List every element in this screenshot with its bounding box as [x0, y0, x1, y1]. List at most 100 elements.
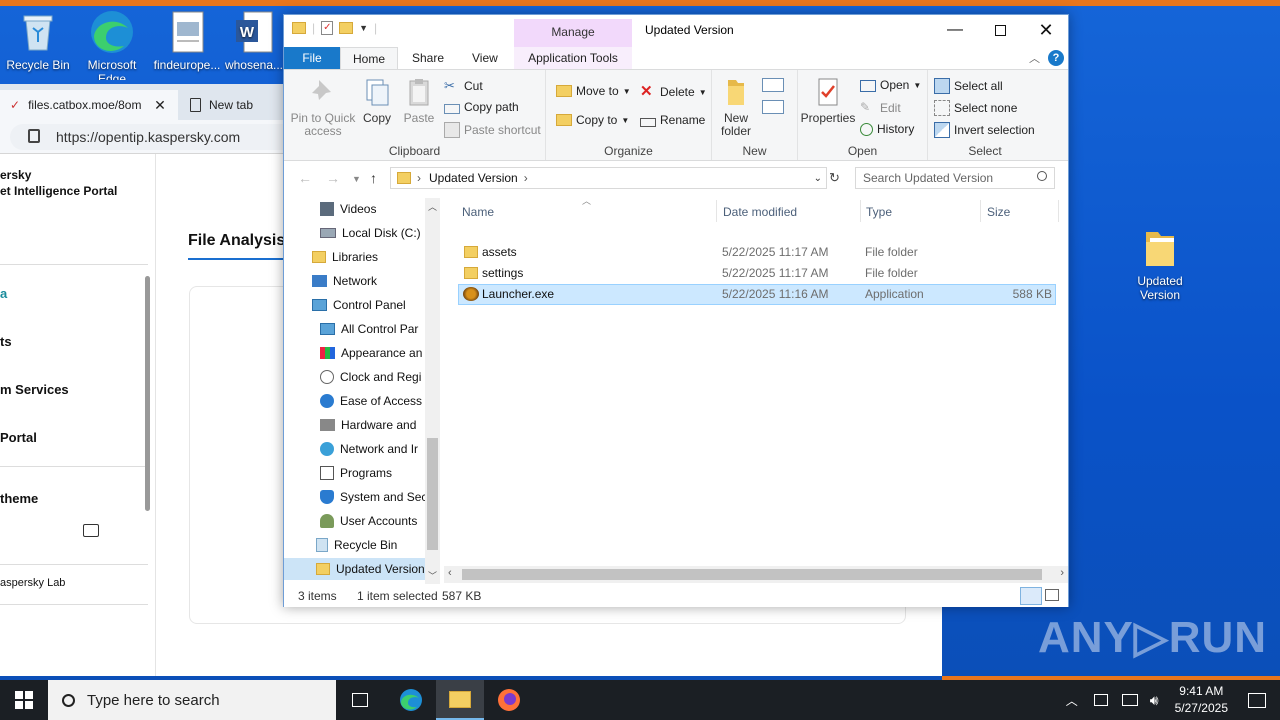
nav-item-system-security[interactable]: System and Sec — [320, 486, 427, 508]
select-none-button[interactable]: Select none — [934, 100, 1017, 116]
nav-item-control-panel[interactable]: Control Panel — [312, 294, 406, 316]
scrollbar-thumb[interactable] — [427, 438, 438, 550]
copy-button[interactable]: Copy — [360, 76, 394, 125]
scroll-up-icon[interactable]: ︿ — [428, 200, 437, 213]
site-nav-item[interactable]: m Services — [0, 382, 69, 397]
scroll-down-icon[interactable]: ﹀ — [428, 569, 437, 582]
forward-arrow-icon[interactable]: → — [326, 170, 340, 186]
nav-item-videos[interactable]: Videos — [320, 198, 376, 220]
file-row[interactable]: assets 5/22/2025 11:17 AM File folder — [458, 242, 1056, 263]
task-view-button[interactable] — [336, 680, 384, 720]
scroll-left-icon[interactable]: ‹ — [448, 567, 452, 579]
column-separator[interactable] — [860, 200, 861, 222]
nav-item-recycle-bin[interactable]: Recycle Bin — [316, 534, 397, 556]
delete-button[interactable]: ✕ Delete ▼ — [640, 84, 707, 100]
properties-button[interactable]: Properties — [800, 76, 856, 125]
nav-item-all-control-panel[interactable]: All Control Par — [320, 318, 418, 340]
taskbar-firefox[interactable] — [485, 680, 533, 720]
sidebar-scrollbar[interactable] — [145, 276, 150, 511]
navigation-scrollbar[interactable]: ︿ ﹀ — [425, 198, 440, 584]
column-separator[interactable] — [980, 200, 981, 222]
taskbar-search[interactable]: Type here to search — [48, 680, 336, 720]
nav-item-updated-version[interactable]: Updated Version — [284, 558, 425, 580]
minimize-button[interactable]: — — [932, 15, 978, 45]
chat-icon[interactable] — [83, 524, 99, 537]
desktop-icon-word[interactable]: W whosena... — [222, 8, 286, 72]
paste-shortcut-button[interactable]: Paste shortcut — [444, 122, 541, 138]
column-header-size[interactable]: Size — [987, 205, 1010, 219]
breadcrumb-chevron-icon[interactable]: › — [524, 171, 528, 185]
collapse-ribbon-icon[interactable]: ︿ — [1029, 50, 1040, 66]
select-all-button[interactable]: Select all — [934, 78, 1003, 94]
back-arrow-icon[interactable]: ← — [298, 170, 312, 186]
nav-item-appearance[interactable]: Appearance an — [320, 342, 422, 364]
maximize-button[interactable] — [977, 15, 1023, 45]
column-header-name[interactable]: Name — [462, 205, 494, 219]
search-input[interactable]: Search Updated Version — [855, 167, 1055, 189]
monitor-tray-icon[interactable] — [1121, 694, 1138, 706]
properties-icon[interactable]: ✓ — [321, 21, 334, 35]
copy-to-button[interactable]: Copy to ▼ — [556, 113, 629, 127]
history-button[interactable]: History — [860, 122, 914, 136]
edit-button[interactable]: ✎ Edit — [860, 100, 901, 116]
invert-selection-button[interactable]: Invert selection — [934, 122, 1035, 138]
copy-path-button[interactable]: Copy path — [444, 100, 519, 114]
file-row[interactable]: settings 5/22/2025 11:17 AM File folder — [458, 263, 1056, 284]
column-separator[interactable] — [1058, 200, 1059, 222]
site-nav-item[interactable]: theme — [0, 491, 38, 506]
nav-item-hardware[interactable]: Hardware and — [320, 414, 416, 436]
notifications-icon[interactable] — [1248, 692, 1266, 708]
nav-item-network[interactable]: Network — [312, 270, 377, 292]
scrollbar-thumb[interactable] — [462, 569, 1042, 580]
breadcrumb-chevron-icon[interactable]: › — [417, 171, 421, 185]
start-button[interactable] — [0, 680, 48, 720]
new-folder-icon[interactable] — [339, 22, 354, 34]
cut-button[interactable]: ✂ Cut — [444, 78, 483, 94]
chevron-up-icon[interactable]: ︿ — [1066, 692, 1078, 709]
nav-item-libraries[interactable]: Libraries — [312, 246, 378, 268]
tab-share[interactable]: Share — [402, 47, 454, 69]
address-bar[interactable]: › Updated Version › ⌄ — [390, 167, 827, 189]
site-nav-item[interactable]: ts — [0, 334, 12, 349]
address-dropdown-icon[interactable]: ⌄ — [814, 173, 822, 184]
column-header-type[interactable]: Type — [866, 205, 892, 219]
chevron-down-icon[interactable]: ▼ — [359, 23, 368, 33]
browser-tab-catbox[interactable]: ✓ files.catbox.moe/8om ✕ — [0, 90, 178, 120]
desktop-icon-recycle-bin[interactable]: Recycle Bin — [0, 8, 76, 72]
network-tray-icon[interactable] — [1093, 694, 1108, 706]
help-icon[interactable]: ? — [1048, 50, 1064, 66]
column-separator[interactable] — [716, 200, 717, 222]
paste-button[interactable]: Paste — [402, 76, 436, 125]
tab-view[interactable]: View — [462, 47, 508, 69]
refresh-icon[interactable]: ↻ — [829, 170, 840, 186]
tab-file-analysis[interactable]: File Analysis — [188, 232, 285, 250]
details-view-icon[interactable] — [1020, 587, 1042, 605]
nav-item-programs[interactable]: Programs — [320, 462, 392, 484]
recent-locations-icon[interactable]: ▼ — [352, 174, 361, 184]
move-to-button[interactable]: Move to ▼ — [556, 84, 631, 98]
nav-item-clock[interactable]: Clock and Regi — [320, 366, 421, 388]
up-arrow-icon[interactable]: ↑ — [370, 170, 377, 186]
new-folder-button[interactable]: New folder — [716, 76, 756, 138]
taskbar-file-explorer[interactable] — [436, 680, 484, 720]
browser-tab-new[interactable]: New tab — [180, 90, 290, 120]
desktop-icon-file[interactable]: findeurope... — [149, 8, 225, 72]
scroll-right-icon[interactable]: › — [1060, 567, 1064, 579]
volume-icon[interactable]: 🔊︎ — [1150, 692, 1159, 709]
column-header-date[interactable]: Date modified — [723, 205, 797, 219]
site-nav-item[interactable]: Portal — [0, 430, 37, 445]
easy-access-icon[interactable] — [762, 100, 784, 114]
tab-home[interactable]: Home — [340, 47, 398, 69]
url-field[interactable]: https://opentip.kaspersky.com — [10, 124, 310, 150]
horizontal-scrollbar[interactable]: ‹ › — [444, 566, 1068, 583]
clock[interactable]: 9:41 AM 5/27/2025 — [1175, 683, 1228, 717]
tab-file[interactable]: File — [284, 47, 340, 69]
breadcrumb-item[interactable]: Updated Version — [429, 171, 518, 185]
close-button[interactable]: ✕ — [1023, 15, 1069, 45]
open-button[interactable]: Open ▼ — [860, 78, 921, 92]
new-item-icon[interactable] — [762, 78, 784, 92]
desktop-icon-updated-version[interactable]: Updated Version — [1122, 224, 1198, 302]
desktop-icon-edge[interactable]: Microsoft Edge — [74, 8, 150, 80]
tab-application-tools[interactable]: Application Tools — [514, 47, 632, 69]
rename-button[interactable]: Rename — [640, 113, 705, 127]
